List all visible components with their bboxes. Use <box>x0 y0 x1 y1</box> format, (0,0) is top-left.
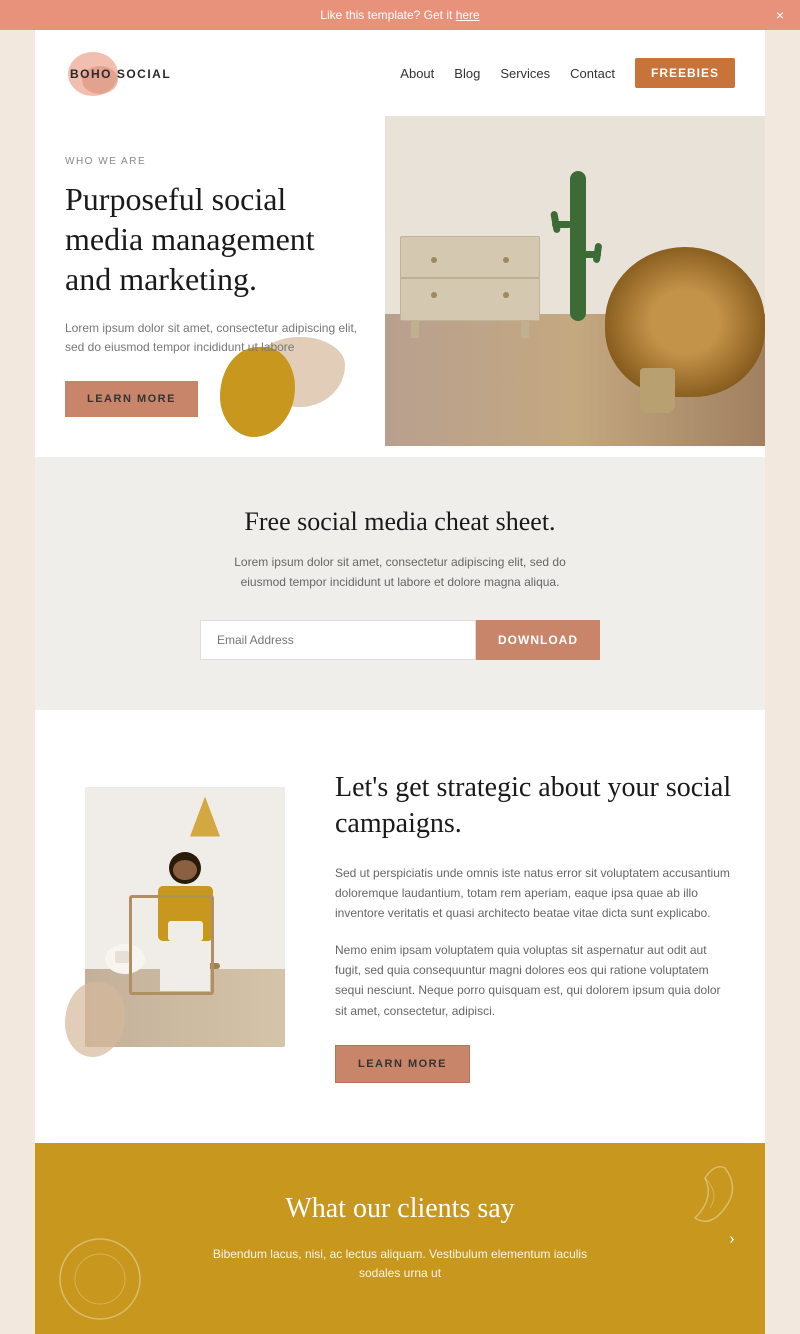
strategic-learn-more-button[interactable]: LEARN MORE <box>335 1045 470 1083</box>
freebies-button[interactable]: FREEBIES <box>635 58 735 88</box>
deco-left-icon <box>55 1234 145 1324</box>
hero-content: WHO WE ARE Purposeful social media manag… <box>65 116 367 417</box>
navbar: BOHO SOCIAL About Blog Services Contact … <box>35 30 765 116</box>
banner-text: Like this template? Get it <box>320 8 455 22</box>
strategic-title: Let's get strategic about your social ca… <box>335 770 735 843</box>
main-wrapper: BOHO SOCIAL About Blog Services Contact … <box>35 30 765 1334</box>
testimonials-title: What our clients say <box>65 1193 735 1225</box>
cheat-sheet-title: Free social media cheat sheet. <box>65 507 735 537</box>
strategic-image-area <box>65 787 295 1067</box>
nav-links: About Blog Services Contact FREEBIES <box>400 58 735 88</box>
email-form: DOWNLOAD <box>200 620 600 660</box>
cheat-sheet-description: Lorem ipsum dolor sit amet, consectetur … <box>220 553 580 591</box>
strategic-para1: Sed ut perspiciatis unde omnis iste natu… <box>335 863 735 924</box>
nav-blog[interactable]: Blog <box>454 66 480 81</box>
download-button[interactable]: DOWNLOAD <box>476 620 600 660</box>
strategic-section: Let's get strategic about your social ca… <box>35 710 765 1144</box>
hero-section: WHO WE ARE Purposeful social media manag… <box>35 116 765 457</box>
nav-contact[interactable]: Contact <box>570 66 615 81</box>
hero-title: Purposeful social media management and m… <box>65 179 367 299</box>
testimonials-next-button[interactable]: › <box>729 1228 735 1249</box>
strategic-para2: Nemo enim ipsam voluptatem quia voluptas… <box>335 940 735 1022</box>
hero-eyebrow: WHO WE ARE <box>65 156 367 167</box>
email-input[interactable] <box>200 620 476 660</box>
logo-text: BOHO SOCIAL <box>70 67 171 81</box>
nav-services[interactable]: Services <box>500 66 550 81</box>
testimonials-section: What our clients say Bibendum lacus, nis… <box>35 1143 765 1333</box>
logo-area: BOHO SOCIAL <box>65 48 171 98</box>
cheat-sheet-section: Free social media cheat sheet. Lorem ips… <box>35 457 765 709</box>
banner-link[interactable]: here <box>456 8 480 22</box>
hero-image-inner <box>385 116 765 446</box>
hero-learn-more-button[interactable]: LEARN MORE <box>65 381 198 417</box>
hero-description: Lorem ipsum dolor sit amet, consectetur … <box>65 319 367 357</box>
top-banner: Like this template? Get it here × <box>0 0 800 30</box>
hero-image <box>385 116 765 446</box>
nav-about[interactable]: About <box>400 66 434 81</box>
testimonials-text: Bibendum lacus, nisi, ac lectus aliquam.… <box>200 1245 600 1283</box>
strategic-content: Let's get strategic about your social ca… <box>335 770 735 1084</box>
close-banner-button[interactable]: × <box>776 7 784 23</box>
deco-right-icon <box>645 1158 745 1238</box>
